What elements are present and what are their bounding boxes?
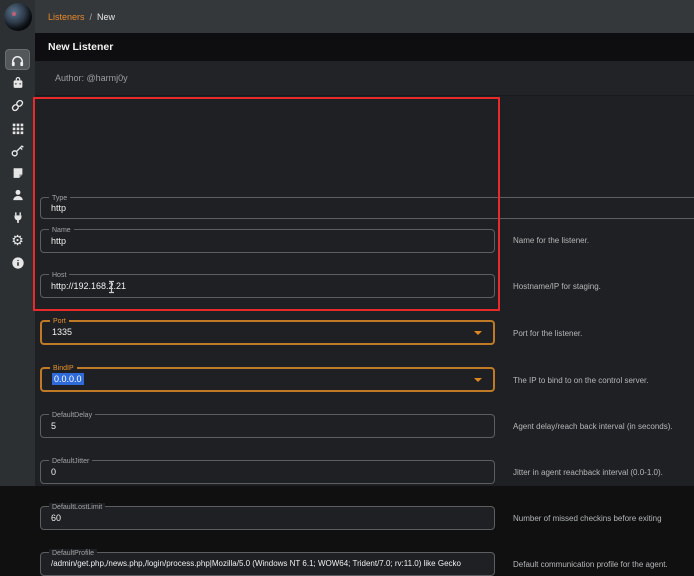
bindip-field[interactable]: BindIP 0.0.0.0: [40, 367, 495, 392]
sidebar-item-users[interactable]: [0, 184, 35, 207]
breadcrumb-separator: /: [90, 12, 93, 22]
breadcrumb-current: New: [97, 12, 115, 22]
info-icon: [11, 256, 25, 270]
defaultlostlimit-input[interactable]: 60: [51, 507, 470, 529]
sidebar-item-reporting[interactable]: [0, 162, 35, 185]
defaultjitter-field[interactable]: DefaultJitter 0: [40, 460, 495, 484]
sidebar-nav: ⚙: [0, 49, 35, 274]
selected-text: 0.0.0.0: [52, 373, 84, 385]
gear-icon: ⚙: [11, 233, 24, 247]
name-field[interactable]: Name http: [40, 229, 495, 253]
sidebar-item-stagers[interactable]: [0, 72, 35, 95]
sidebar: ⚙: [0, 0, 35, 486]
defaultprofile-input[interactable]: /admin/get.php,/news.php,/login/process.…: [51, 553, 470, 575]
type-field[interactable]: Type http: [40, 197, 694, 219]
defaultdelay-field[interactable]: DefaultDelay 5: [40, 414, 495, 438]
breadcrumb-listeners-link[interactable]: Listeners: [48, 12, 85, 22]
plug-icon: [11, 211, 25, 225]
defaultlostlimit-field[interactable]: DefaultLostLimit 60: [40, 506, 495, 530]
app-logo[interactable]: [4, 3, 32, 31]
sidebar-item-agents[interactable]: [0, 94, 35, 117]
port-input[interactable]: 1335: [52, 322, 469, 343]
top-bar: Listeners / New: [35, 0, 694, 33]
bindip-description: The IP to bind to on the control server.: [513, 376, 693, 385]
listener-form: Type http Name http Name for the listene…: [35, 96, 694, 486]
headphones-icon: [10, 53, 25, 68]
sidebar-item-credentials[interactable]: [0, 139, 35, 162]
link-icon: [10, 98, 25, 113]
host-field[interactable]: Host http://192.168.2.21: [40, 274, 495, 298]
page-title: New Listener: [48, 33, 113, 61]
author-bar: Author: @harmj0y: [35, 61, 694, 96]
author-text: Author: @harmj0y: [55, 61, 128, 95]
sidebar-item-listeners[interactable]: [0, 49, 35, 72]
defaultjitter-description: Jitter in agent reachback interval (0.0-…: [513, 468, 693, 477]
defaultjitter-input[interactable]: 0: [51, 461, 470, 483]
title-bar: New Listener: [35, 33, 694, 61]
type-value[interactable]: http: [51, 198, 670, 218]
grid-dots-icon: [11, 121, 25, 135]
breadcrumb: Listeners / New: [48, 0, 115, 33]
name-description: Name for the listener.: [513, 236, 693, 245]
bindip-input[interactable]: 0.0.0.0: [52, 369, 469, 390]
note-icon: [11, 166, 25, 180]
port-description: Port for the listener.: [513, 329, 693, 338]
chevron-down-icon[interactable]: [474, 378, 482, 382]
host-description: Hostname/IP for staging.: [513, 282, 693, 291]
sidebar-item-about[interactable]: [0, 252, 35, 275]
sidebar-item-plugins[interactable]: [0, 207, 35, 230]
defaultlostlimit-description: Number of missed checkins before exiting: [513, 514, 693, 523]
sidebar-item-settings[interactable]: ⚙: [0, 229, 35, 252]
briefcase-icon: [11, 76, 25, 90]
chevron-down-icon[interactable]: [474, 331, 482, 335]
defaultdelay-input[interactable]: 5: [51, 415, 470, 437]
port-field[interactable]: Port 1335: [40, 320, 495, 345]
person-icon: [11, 188, 25, 202]
defaultprofile-description: Default communication profile for the ag…: [513, 560, 693, 569]
host-input[interactable]: http://192.168.2.21: [51, 275, 470, 297]
key-icon: [10, 143, 25, 158]
sidebar-item-modules[interactable]: [0, 117, 35, 140]
defaultdelay-description: Agent delay/reach back interval (in seco…: [513, 422, 693, 431]
name-input[interactable]: http: [51, 230, 470, 252]
defaultprofile-field[interactable]: DefaultProfile /admin/get.php,/news.php,…: [40, 552, 495, 576]
